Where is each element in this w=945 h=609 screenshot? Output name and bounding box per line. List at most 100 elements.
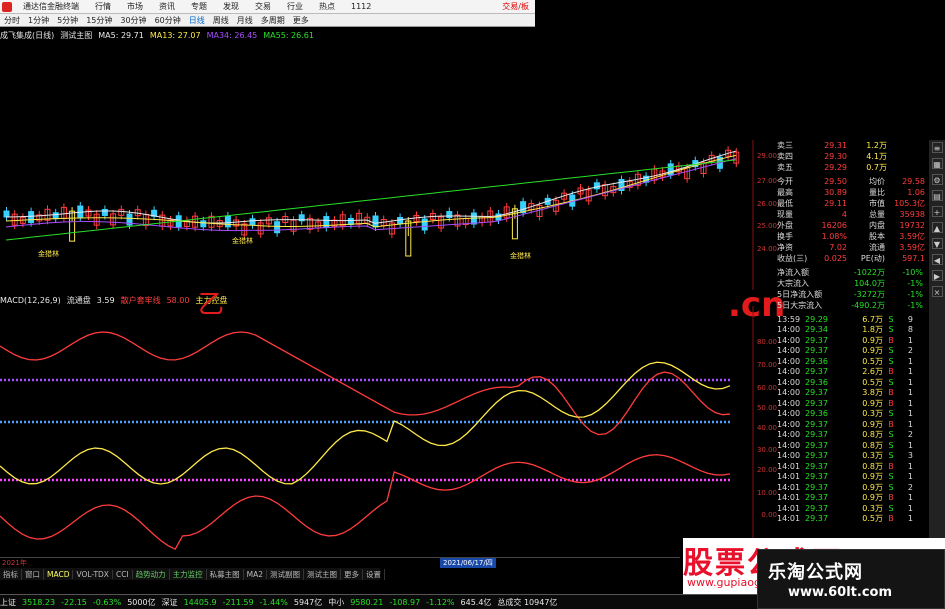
status-chg: -22.15 (61, 597, 87, 607)
period-1[interactable]: 1分钟 (24, 15, 53, 26)
tab-5[interactable]: 趋势动力 (133, 568, 170, 580)
candle (77, 205, 84, 218)
tick-row: 14:01 29.37 0.9万 B 1 (777, 493, 913, 503)
indicator-name[interactable]: MACD(12,26,9) (0, 296, 61, 305)
period-7[interactable]: 周线 (209, 15, 233, 26)
side-toolbar: ≡ ▦ ⚙ ▤ + ▲ ▼ ◀ ▶ × (929, 140, 945, 560)
status-name[interactable]: 深证 (162, 597, 178, 608)
stat-row: 收益(三) 0.025 PE(动) 597.1 (777, 254, 925, 263)
period-2[interactable]: 5分钟 (53, 15, 82, 26)
candle (446, 211, 453, 218)
ma13-label: MA13: 27.07 (149, 30, 201, 40)
period-5[interactable]: 60分钟 (151, 15, 185, 26)
menu-news[interactable]: 资讯 (151, 1, 183, 12)
status-val: 14405.9 (183, 597, 217, 607)
tab-1[interactable]: 窗口 (22, 568, 44, 580)
date-start: 2021年 (2, 559, 27, 567)
flow-value: 3.59 (96, 295, 115, 305)
sub-axis: 80.00 70.00 60.00 50.00 40.00 30.00 20.0… (756, 338, 777, 519)
chevron-up-icon[interactable]: ▲ (931, 222, 943, 233)
app-title: 通达信金融终端 (23, 2, 79, 11)
flow-row: 净流入额 -1022万 -10% (777, 268, 923, 277)
ma-legend: 成飞集成(日线) 测试主图 MA5: 29.71 MA13: 27.07 MA3… (0, 29, 535, 41)
menu-market[interactable]: 市场 (119, 1, 151, 12)
app-logo-icon (2, 1, 12, 12)
tab-3[interactable]: VOL-TDX (73, 569, 113, 579)
candle (372, 215, 379, 228)
close-icon[interactable]: × (931, 286, 943, 297)
menu-discover[interactable]: 发现 (215, 1, 247, 12)
period-9[interactable]: 多周期 (257, 15, 289, 26)
tick-row: 14:01 29.37 0.9万 S 1 (777, 472, 913, 482)
sell-orders: 卖三 29.31 1.2万 卖四 29.30 4.1万 卖五 29.29 0.7万 (777, 140, 929, 173)
chevron-left-icon[interactable]: ◀ (931, 254, 943, 265)
menu-quotes[interactable]: 行情 (87, 1, 119, 12)
sell-row[interactable]: 卖五 29.29 0.7万 (777, 162, 929, 173)
template-name[interactable]: 测试主图 (60, 30, 92, 41)
candle (421, 218, 428, 231)
site-watermark: 乐淘公式网 www.60lt.com (757, 549, 945, 609)
status-name[interactable]: 上证 (0, 597, 16, 608)
candle (101, 208, 108, 216)
tab-7[interactable]: 私募主图 (207, 568, 244, 580)
gear-icon[interactable]: ⚙ (931, 174, 943, 185)
status-amt: 645.4亿 (460, 597, 492, 607)
tick-row: 13:59 29.29 6.7万 S 9 (777, 314, 913, 324)
sell-row[interactable]: 卖四 29.30 4.1万 (777, 151, 929, 162)
period-8[interactable]: 月线 (233, 15, 257, 26)
chevron-down-icon[interactable]: ▼ (931, 238, 943, 249)
period-0[interactable]: 分时 (0, 15, 24, 26)
period-6[interactable]: 日线 (185, 15, 209, 26)
menu-topics[interactable]: 专题 (183, 1, 215, 12)
menu-1112[interactable]: 1112 (343, 2, 379, 11)
tick-row: 14:00 29.37 0.9万 B 1 (777, 335, 913, 345)
stat-row: 最低 29.11 市值 105.3亿 (777, 199, 925, 208)
quote-stats: 今开 29.50 均价 29.58 最高 30.89 量比 1.06 最低 29.11 市值 105.… (777, 176, 929, 264)
tick-row: 14:00 29.37 0.8万 S 1 (777, 440, 913, 450)
menu-trade[interactable]: 交易 (247, 1, 279, 12)
sell-row[interactable]: 卖三 29.31 1.2万 (777, 140, 929, 151)
indicator-tabs: 指标 窗口 MACD VOL-TDX CCI 趋势动力 主力监控 私募主图 MA2 测试副图 测试主… (0, 568, 386, 580)
tab-10[interactable]: 测试主图 (304, 568, 342, 580)
tick-row: 14:00 29.37 0.9万 S 2 (777, 346, 913, 356)
info-icon[interactable]: ≡ (931, 142, 943, 153)
chart-icon[interactable]: ▤ (931, 190, 943, 201)
period-10[interactable]: 更多 (289, 15, 313, 26)
candlestick-chart[interactable]: 金猎林 金猎林 金猎林 (0, 140, 755, 290)
tab-11[interactable]: 更多 (341, 568, 364, 580)
tab-12[interactable]: 设置 (363, 568, 386, 580)
indicator-chart[interactable] (0, 306, 755, 556)
status-name[interactable]: 中小 (328, 597, 344, 608)
date-axis: 2021年 2021/06/17/四 (0, 557, 680, 568)
tab-0[interactable]: 指标 (0, 568, 22, 580)
chevron-right-icon[interactable]: ▶ (931, 270, 943, 281)
tick-list: 13:59 29.29 6.7万 S 9 14:00 29.34 1.8万 S 8 14:00 29.… (777, 314, 929, 524)
tab-2[interactable]: MACD (44, 569, 74, 579)
tab-8[interactable]: MA2 (244, 569, 268, 579)
tab-4[interactable]: CCI (113, 569, 133, 579)
money-flows: 净流入额 -1022万 -10% 大宗流入 104.0万 -1% 5日净流入额 -3272万 -… (777, 267, 929, 311)
ma34-label: MA34: 26.45 (206, 30, 258, 40)
menu-hot[interactable]: 热点 (311, 1, 343, 12)
tick-row: 14:00 29.37 2.6万 B 1 (777, 367, 913, 377)
tick-row: 14:00 29.37 0.9万 B 1 (777, 398, 913, 408)
grid-icon[interactable]: ▦ (931, 158, 943, 169)
period-4[interactable]: 30分钟 (116, 15, 150, 26)
candle (274, 221, 281, 234)
date-cursor: 2021/06/17/四 (440, 558, 496, 568)
trade-link[interactable]: 交易/板 (502, 1, 535, 12)
candle (3, 210, 10, 218)
candle-label-2: 金猎林 (232, 236, 253, 245)
tick-row: 14:00 29.34 1.8万 S 8 (777, 325, 913, 335)
candle-label-3: 金猎林 (510, 251, 531, 260)
quote-panel: 卖三 29.31 1.2万 卖四 29.30 4.1万 卖五 29.29 0.7万 今开 29.5… (777, 140, 929, 560)
tick-row: 14:00 29.37 0.9万 B 1 (777, 419, 913, 429)
tab-9[interactable]: 测试副图 (267, 568, 305, 580)
tick-row: 14:00 29.36 0.5万 S 1 (777, 356, 913, 366)
menu-industry[interactable]: 行业 (279, 1, 311, 12)
buy-line-label: 散户套牢线 (120, 295, 161, 305)
stat-row: 外盘 16206 内盘 19732 (777, 221, 925, 230)
tab-6[interactable]: 主力监控 (170, 568, 207, 580)
plus-icon[interactable]: + (931, 206, 943, 217)
period-3[interactable]: 15分钟 (82, 15, 116, 26)
